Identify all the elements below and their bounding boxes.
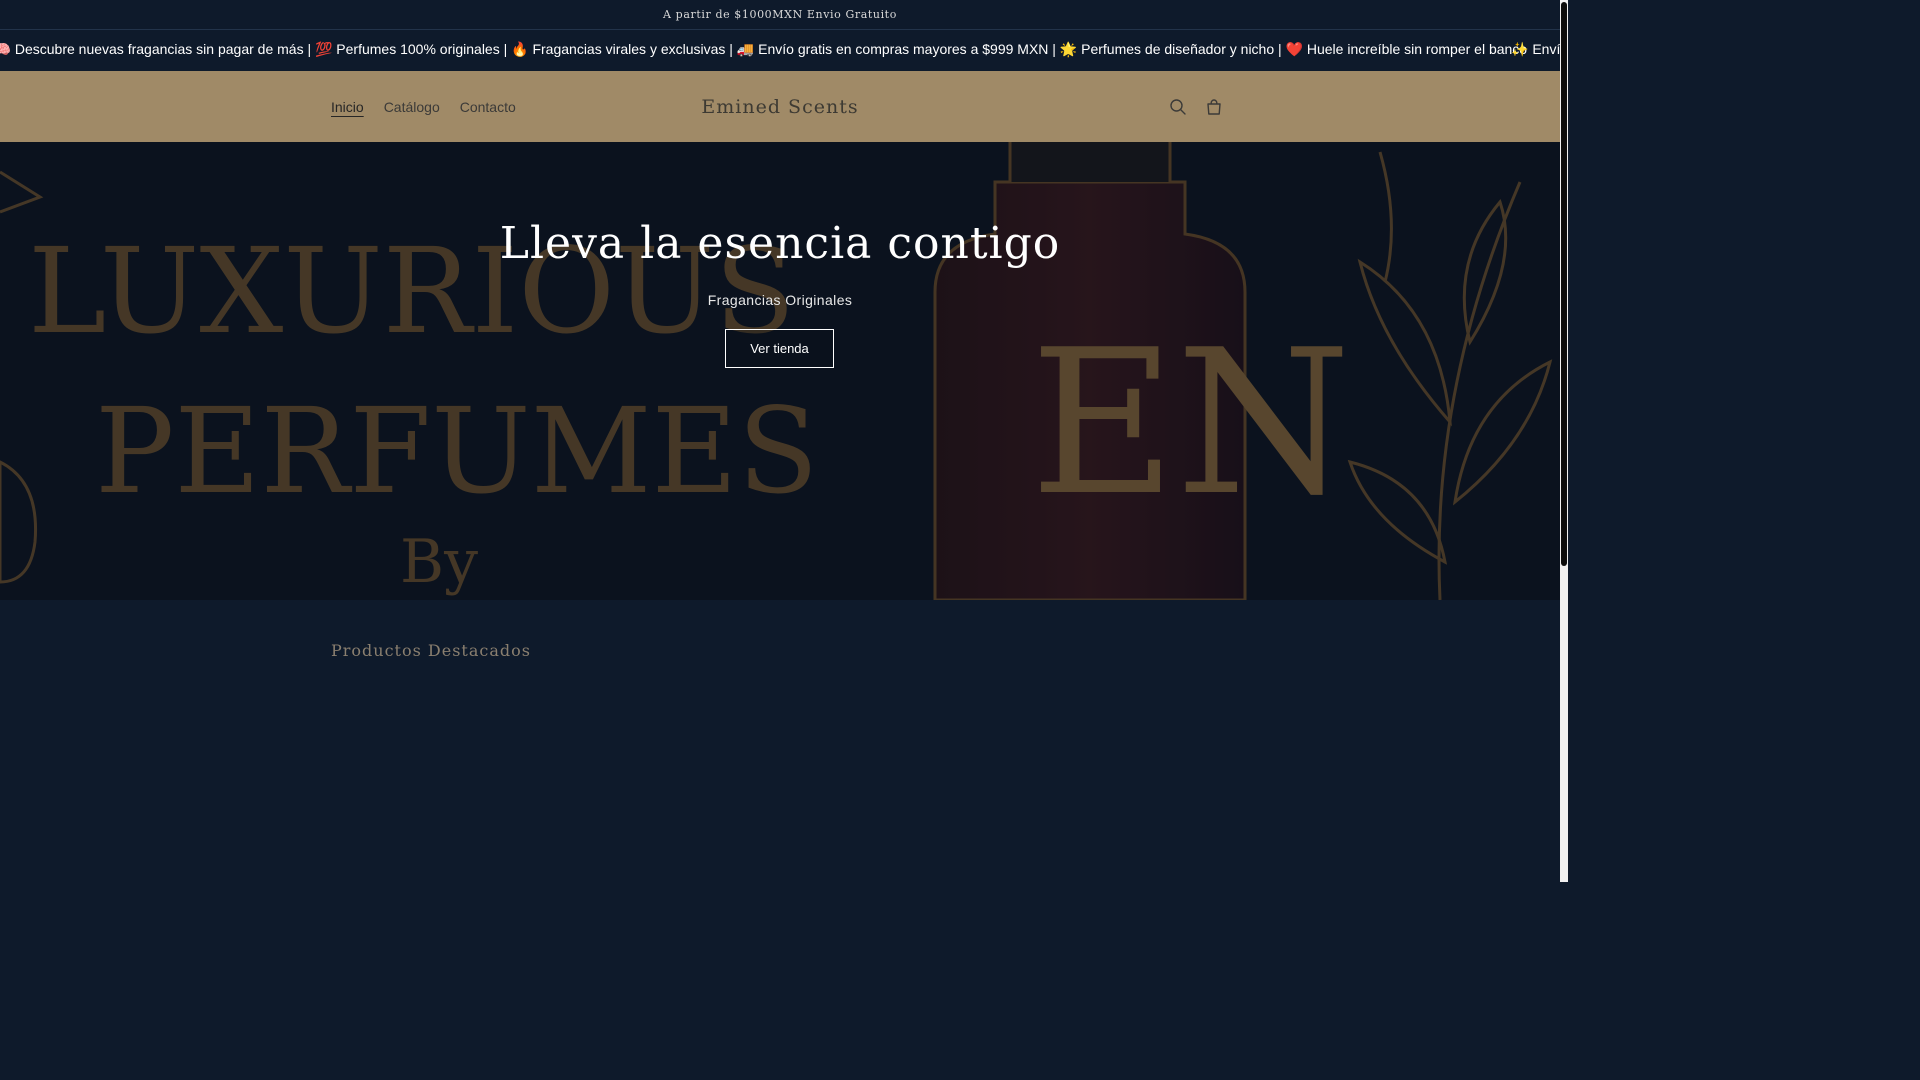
search-icon[interactable] (1164, 93, 1192, 121)
hero-title: Lleva la esencia contigo (499, 218, 1061, 269)
cart-icon[interactable] (1200, 93, 1228, 121)
promo-marquee: | 🧠 Descubre nuevas fragancias sin pagar… (0, 30, 1560, 71)
main-nav: Inicio Catálogo Contacto (321, 71, 526, 142)
featured-products-title: Productos Destacados (331, 641, 531, 660)
nav-link-contacto[interactable]: Contacto (450, 99, 526, 115)
site-header: Inicio Catálogo Contacto Emined Scents (0, 71, 1560, 142)
page-scrollbar[interactable] (1560, 0, 1568, 882)
nav-link-catalogo[interactable]: Catálogo (374, 99, 450, 115)
hero-banner: EN LUXURIOUS PERFUMES By Lleva la esenci… (0, 142, 1560, 600)
marquee-text-next: ✨ Envío (1511, 41, 1560, 57)
hero-content: Lleva la esencia contigo Fragancias Orig… (0, 142, 1560, 600)
marquee-text: | 🧠 Descubre nuevas fragancias sin pagar… (0, 41, 1528, 57)
shop-now-button[interactable]: Ver tienda (725, 329, 834, 368)
scrollbar-thumb[interactable] (1561, 2, 1567, 566)
announcement-bar: A partir de $1000MXN Envio Gratuito (0, 0, 1560, 30)
featured-products-section: Productos Destacados (0, 600, 1560, 882)
site-logo[interactable]: Emined Scents (640, 71, 920, 142)
hero-subtitle: Fragancias Originales (707, 292, 853, 308)
nav-link-inicio[interactable]: Inicio (321, 99, 374, 115)
announcement-text: A partir de $1000MXN Envio Gratuito (663, 8, 897, 21)
